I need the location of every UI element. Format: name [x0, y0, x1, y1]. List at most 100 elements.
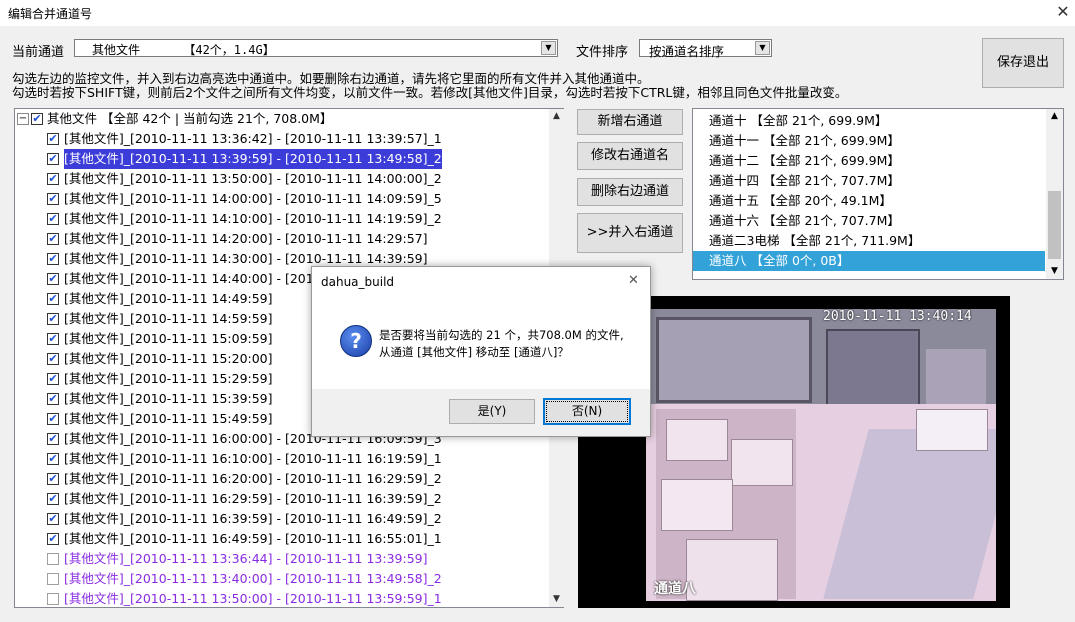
close-icon[interactable]: ✕ — [1052, 1, 1074, 23]
tree-file-label: [其他文件]_[2010-11-11 16:49:59] - [2010-11-… — [64, 531, 442, 546]
tree-file-label: [其他文件]_[2010-11-11 15:09:59] — [64, 331, 273, 346]
tree-file-row[interactable]: ✔ [其他文件]_[2010-11-11 16:10:00] - [2010-11… — [15, 449, 549, 469]
add-channel-button[interactable]: 新增右通道 — [577, 109, 683, 135]
scroll-down-icon[interactable]: ▼ — [549, 592, 564, 607]
file-checkbox[interactable]: ✔ — [47, 133, 59, 145]
window-title: 编辑合并通道号 — [8, 7, 93, 21]
file-checkbox[interactable]: ✔ — [47, 213, 59, 225]
current-channel-value: 其他文件 【42个，1.4G】 — [92, 43, 275, 57]
sort-select[interactable]: 按通道名排序 ▼ — [639, 39, 772, 59]
file-checkbox[interactable]: ✔ — [47, 413, 59, 425]
root-checkbox[interactable]: ✔ — [31, 113, 43, 125]
scroll-down-icon[interactable]: ▼ — [1046, 264, 1063, 279]
channel-list-item[interactable]: 通道十四 【全部 21个, 707.7M】 — [693, 171, 1045, 191]
channel-list-item[interactable]: 通道十二 【全部 21个, 699.9M】 — [693, 151, 1045, 171]
tree-file-row[interactable]: ✔ [其他文件]_[2010-11-11 14:00:00] - [2010-11… — [15, 189, 549, 209]
tree-file-row[interactable]: ✔ [其他文件]_[2010-11-11 14:20:00] - [2010-11… — [15, 229, 549, 249]
file-checkbox[interactable]: ✔ — [47, 453, 59, 465]
sort-value: 按通道名排序 — [649, 44, 725, 59]
video-channel-caption: 通道八 — [654, 581, 696, 597]
scroll-up-icon[interactable]: ▲ — [1046, 109, 1063, 124]
tree-file-row[interactable]: [其他文件]_[2010-11-11 13:36:44] - [2010-11-… — [15, 549, 549, 569]
file-checkbox[interactable]: ✔ — [47, 293, 59, 305]
file-checkbox[interactable]: ✔ — [47, 193, 59, 205]
tree-file-row[interactable]: ✔ [其他文件]_[2010-11-11 16:20:00] - [2010-11… — [15, 469, 549, 489]
tree-file-label: [其他文件]_[2010-11-11 14:49:59] — [64, 291, 273, 306]
file-checkbox[interactable]: ✔ — [47, 253, 59, 265]
channel-list-item[interactable]: 通道十一 【全部 21个, 699.9M】 — [693, 131, 1045, 151]
video-timestamp: 2010-11-11 13:40:14 — [823, 309, 972, 324]
file-checkbox[interactable] — [47, 553, 59, 565]
tree-file-label: [其他文件]_[2010-11-11 16:39:59] - [2010-11-… — [64, 511, 442, 526]
confirm-dialog: dahua_build ✕ ? 是否要将当前勾选的 21 个，共708.0M 的… — [311, 266, 651, 437]
file-checkbox[interactable]: ✔ — [47, 533, 59, 545]
scroll-thumb[interactable] — [1048, 191, 1061, 259]
file-checkbox[interactable]: ✔ — [47, 433, 59, 445]
hint-line-2: 勾选时若按下SHIFT键，则前后2个文件之间所有文件均变，以前文件一致。若修改[… — [12, 85, 848, 100]
current-channel-label: 当前通道 — [12, 45, 65, 60]
tree-file-label: [其他文件]_[2010-11-11 14:20:00] - [2010-11-… — [64, 231, 428, 246]
rename-channel-button[interactable]: 修改右通道名 — [577, 142, 683, 170]
chevron-down-icon[interactable]: ▼ — [755, 41, 770, 55]
tree-file-row[interactable]: [其他文件]_[2010-11-11 13:50:00] - [2010-11-… — [15, 589, 549, 607]
tree-file-label: [其他文件]_[2010-11-11 13:50:00] - [2010-11-… — [64, 591, 442, 606]
file-checkbox[interactable] — [47, 593, 59, 605]
tree-file-label: [其他文件]_[2010-11-11 14:59:59] — [64, 311, 273, 326]
tree-file-label: [其他文件]_[2010-11-11 15:39:59] — [64, 391, 273, 406]
channel-list-item[interactable]: 通道八 【全部 0个, 0B】 — [693, 251, 1045, 271]
file-checkbox[interactable]: ✔ — [47, 333, 59, 345]
tree-root[interactable]: − ✔ 其他文件 【全部 42个 | 当前勾选 21个, 708.0M】 — [15, 109, 549, 129]
file-checkbox[interactable]: ✔ — [47, 493, 59, 505]
tree-file-row[interactable]: [其他文件]_[2010-11-11 13:40:00] - [2010-11-… — [15, 569, 549, 589]
tree-file-label: [其他文件]_[2010-11-11 14:10:00] - [2010-11-… — [64, 211, 442, 226]
dialog-title: dahua_build — [321, 275, 395, 289]
file-checkbox[interactable] — [47, 573, 59, 585]
channel-list-item[interactable]: 通道十六 【全部 21个, 707.7M】 — [693, 211, 1045, 231]
current-channel-select[interactable]: 其他文件 【42个，1.4G】 ▼ — [74, 39, 558, 57]
file-checkbox[interactable]: ✔ — [47, 353, 59, 365]
close-icon[interactable]: ✕ — [628, 273, 639, 288]
file-checkbox[interactable]: ✔ — [47, 153, 59, 165]
tree-file-label: [其他文件]_[2010-11-11 13:39:59] - [2010-11-… — [63, 148, 443, 170]
sort-label: 文件排序 — [576, 45, 629, 60]
delete-channel-button[interactable]: 删除右边通道 — [577, 178, 683, 206]
tree-file-row[interactable]: ✔ [其他文件]_[2010-11-11 16:49:59] - [2010-11… — [15, 529, 549, 549]
channel-list-item[interactable]: 通道二3电梯 【全部 21个, 711.9M】 — [693, 231, 1045, 251]
no-button[interactable]: 否(N) — [543, 398, 631, 425]
file-checkbox[interactable]: ✔ — [47, 473, 59, 485]
tree-file-row[interactable]: ✔ [其他文件]_[2010-11-11 13:39:59] - [2010-11… — [15, 148, 549, 170]
channel-list-item[interactable]: 通道十 【全部 21个, 699.9M】 — [693, 111, 1045, 131]
tree-file-row[interactable]: ✔ [其他文件]_[2010-11-11 16:39:59] - [2010-11… — [15, 509, 549, 529]
file-checkbox[interactable]: ✔ — [47, 513, 59, 525]
save-exit-button[interactable]: 保存退出 — [982, 38, 1064, 88]
question-icon: ? — [340, 325, 372, 357]
tree-file-row[interactable]: ✔ [其他文件]_[2010-11-11 13:50:00] - [2010-11… — [15, 169, 549, 189]
merge-channel-button[interactable]: >>并入右通道 — [577, 213, 683, 253]
file-checkbox[interactable]: ✔ — [47, 273, 59, 285]
title-bar: 编辑合并通道号 ✕ — [0, 0, 1075, 26]
dialog-button-bar: 是(Y) 否(N) — [312, 389, 650, 436]
tree-file-label: [其他文件]_[2010-11-11 13:36:42] - [2010-11-… — [64, 131, 442, 146]
file-checkbox[interactable]: ✔ — [47, 173, 59, 185]
file-checkbox[interactable]: ✔ — [47, 233, 59, 245]
file-checkbox[interactable]: ✔ — [47, 313, 59, 325]
yes-button[interactable]: 是(Y) — [449, 399, 535, 424]
collapse-icon[interactable]: − — [17, 113, 29, 125]
tree-file-label: [其他文件]_[2010-11-11 13:50:00] - [2010-11-… — [64, 171, 442, 186]
scroll-up-icon[interactable]: ▲ — [549, 109, 564, 124]
tree-file-row[interactable]: ✔ [其他文件]_[2010-11-11 13:36:42] - [2010-11… — [15, 129, 549, 149]
channel-list-scrollbar[interactable]: ▲ ▼ — [1046, 109, 1063, 279]
tree-file-label: [其他文件]_[2010-11-11 16:20:00] - [2010-11-… — [64, 471, 442, 486]
chevron-down-icon[interactable]: ▼ — [541, 41, 556, 55]
tree-root-label: 其他文件 【全部 42个 | 当前勾选 21个, 708.0M】 — [47, 111, 333, 126]
file-checkbox[interactable]: ✔ — [47, 393, 59, 405]
tree-file-label: [其他文件]_[2010-11-11 14:00:00] - [2010-11-… — [64, 191, 442, 206]
tree-file-row[interactable]: ✔ [其他文件]_[2010-11-11 14:10:00] - [2010-11… — [15, 209, 549, 229]
channel-list-item[interactable]: 通道十五 【全部 20个, 49.1M】 — [693, 191, 1045, 211]
tree-file-label: [其他文件]_[2010-11-11 13:36:44] - [2010-11-… — [64, 551, 428, 566]
tree-file-label: [其他文件]_[2010-11-11 15:49:59] — [64, 411, 273, 426]
file-checkbox[interactable]: ✔ — [47, 373, 59, 385]
tree-file-label: [其他文件]_[2010-11-11 15:20:00] — [64, 351, 273, 366]
channel-list[interactable]: 通道十 【全部 21个, 699.9M】 通道十一 【全部 21个, 699.9M… — [692, 108, 1064, 280]
tree-file-row[interactable]: ✔ [其他文件]_[2010-11-11 16:29:59] - [2010-11… — [15, 489, 549, 509]
